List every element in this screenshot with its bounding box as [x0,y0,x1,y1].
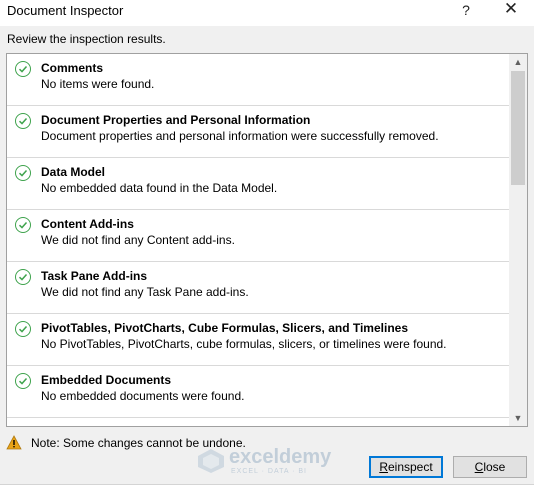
help-button[interactable]: ? [452,0,480,20]
title-bar: Document Inspector ? ✕ [0,0,534,26]
scroll-thumb[interactable] [511,71,525,185]
reinspect-label: einspect [387,460,433,474]
result-description: We did not find any Task Pane add-ins. [41,285,249,299]
scroll-up-arrow-icon[interactable]: ▲ [509,54,527,70]
result-description: No PivotTables, PivotCharts, cube formul… [41,337,447,351]
scroll-down-arrow-icon[interactable]: ▼ [509,410,527,426]
result-description: No embedded data found in the Data Model… [41,181,278,195]
list-item: Task Pane Add-ins We did not find any Ta… [7,262,509,314]
result-description: We did not find any Content add-ins. [41,233,235,247]
result-title: Embedded Documents [41,373,172,387]
exceldemy-logo-icon [197,448,225,477]
check-circle-icon [15,373,31,389]
result-title: Data Model [41,165,106,179]
list-item: PivotTables, PivotCharts, Cube Formulas,… [7,314,509,366]
close-button[interactable]: Close [453,456,527,478]
result-title: Task Pane Add-ins [41,269,148,283]
watermark: exceldemy EXCEL · DATA · BI [197,446,342,476]
results-list: Comments No items were found. Document P… [7,54,509,426]
list-item: Embedded Documents No embedded documents… [7,366,509,418]
check-circle-icon [15,321,31,337]
list-item: Document Properties and Personal Informa… [7,106,509,158]
watermark-tagline: EXCEL · DATA · BI [231,468,307,475]
result-description: Document properties and personal informa… [41,129,439,143]
vertical-scrollbar[interactable]: ▲ ▼ [509,54,527,426]
watermark-name: exceldemy [229,446,332,468]
list-item: Content Add-ins We did not find any Cont… [7,210,509,262]
check-circle-icon [15,113,31,129]
result-description: No embedded documents were found. [41,389,245,403]
result-title: PivotTables, PivotCharts, Cube Formulas,… [41,321,408,335]
check-circle-icon [15,217,31,233]
result-description: No items were found. [41,77,155,91]
result-title: Document Properties and Personal Informa… [41,113,311,127]
background-worksheet [0,484,534,495]
list-item: Data Model No embedded data found in the… [7,158,509,210]
results-panel: Comments No items were found. Document P… [6,53,528,427]
reinspect-mnemonic: R [379,460,388,474]
check-circle-icon [15,269,31,285]
result-title: Comments [41,61,104,75]
check-circle-icon [15,165,31,181]
reinspect-button[interactable]: Reinspect [369,456,443,478]
close-window-button[interactable]: ✕ [497,0,525,20]
check-circle-icon [15,61,31,77]
list-item: Comments No items were found. [7,54,509,106]
warning-icon [6,435,22,453]
result-title: Content Add-ins [41,217,134,231]
window-title: Document Inspector [7,3,124,18]
close-label: lose [483,460,506,474]
instructions-text: Review the inspection results. [7,32,166,46]
